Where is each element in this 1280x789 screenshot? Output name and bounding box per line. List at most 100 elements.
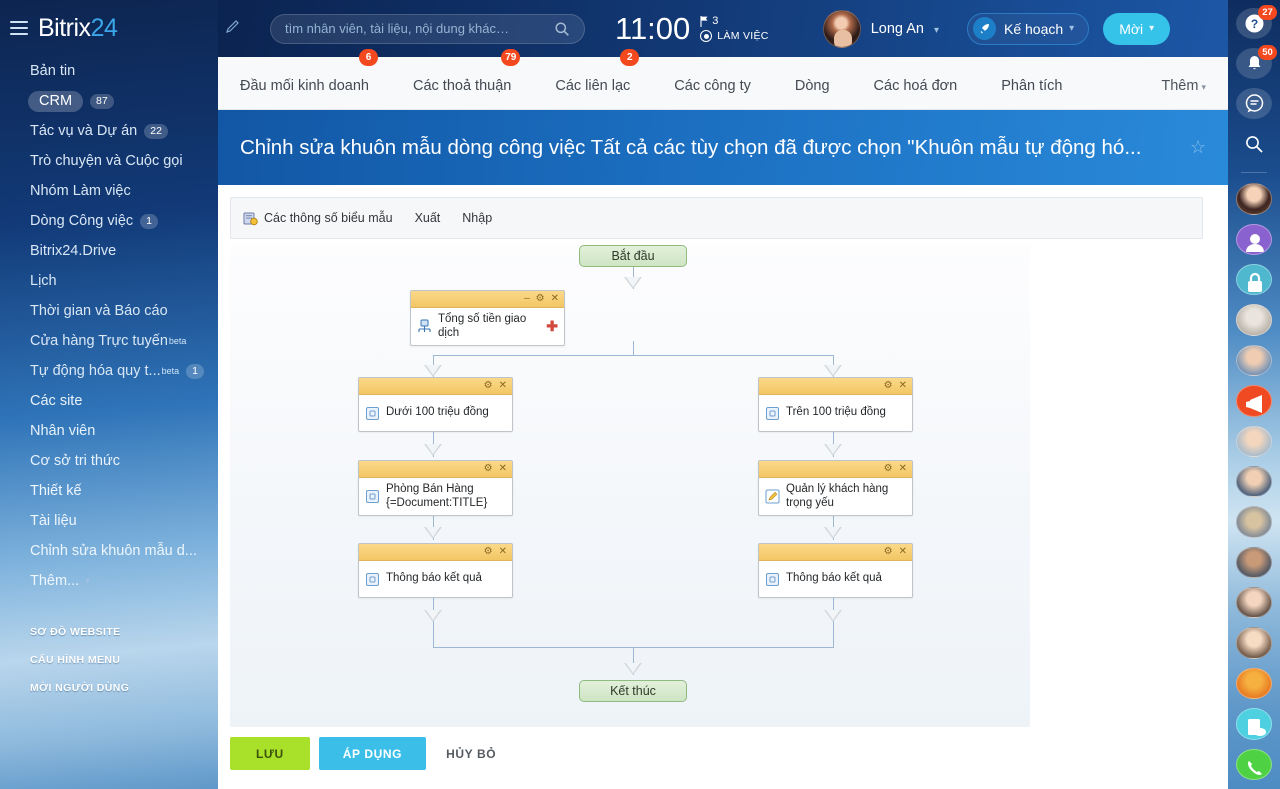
gear-icon[interactable]: ⚙ xyxy=(884,381,893,391)
workflow-node-right1[interactable]: ⚙ ✕ Trên 100 triệu đồng xyxy=(758,377,913,432)
rail-contact-avatar-0[interactable] xyxy=(1236,183,1272,215)
close-icon[interactable]: ✕ xyxy=(499,547,507,557)
bp-toolbar-item-0[interactable]: Các thông số biểu mẫu xyxy=(243,211,393,226)
sidebar-item-9[interactable]: Cửa hàng Trực tuyến beta xyxy=(0,326,218,356)
close-icon[interactable]: ✕ xyxy=(499,464,507,474)
star-icon[interactable]: ☆ xyxy=(1190,137,1206,158)
sidebar-item-16[interactable]: Chỉnh sửa khuôn mẫu d... xyxy=(0,536,218,566)
crm-tab-5[interactable]: Các hoá đơn xyxy=(852,78,980,109)
rail-help-icon[interactable]: ? 27 xyxy=(1236,5,1277,40)
rail-contact-avatar-9[interactable] xyxy=(1236,546,1272,579)
sidebar-item-15[interactable]: Tài liệu xyxy=(0,506,218,536)
form-settings-icon xyxy=(243,211,258,226)
workflow-node-right3[interactable]: ⚙ ✕ Thông báo kết quả xyxy=(758,543,913,598)
search-input[interactable] xyxy=(285,21,554,36)
close-icon[interactable]: ✕ xyxy=(551,294,559,304)
sidebar-item-13[interactable]: Cơ sở tri thức xyxy=(0,446,218,476)
close-icon[interactable]: ✕ xyxy=(899,547,907,557)
workflow-start-node[interactable]: Bắt đầu xyxy=(579,245,687,267)
crm-tab-more[interactable]: Thêm ▾ xyxy=(1139,78,1228,109)
crm-tab-2[interactable]: Các liên lạc 2 xyxy=(533,49,652,109)
sidebar-item-11[interactable]: Các site xyxy=(0,386,218,416)
gear-icon[interactable]: ⚙ xyxy=(884,464,893,474)
rail-call-icon[interactable] xyxy=(1236,748,1272,780)
global-search[interactable] xyxy=(270,13,585,44)
workflow-node-cond[interactable]: – ⚙ ✕ Tổng số tiền giao dịch ✚ xyxy=(410,290,565,346)
sidebar-item-6[interactable]: Bitrix24.Drive xyxy=(0,236,218,266)
close-icon[interactable]: ✕ xyxy=(899,464,907,474)
sidebar-item-2[interactable]: Tác vụ và Dự án 22 xyxy=(0,116,218,146)
crm-tab-4[interactable]: Dòng xyxy=(773,78,852,109)
gear-icon[interactable]: ⚙ xyxy=(484,381,493,391)
crm-tab-3[interactable]: Các công ty xyxy=(652,78,773,109)
add-icon[interactable]: ✚ xyxy=(546,318,558,335)
brand-logo[interactable]: Bitrix24 xyxy=(0,0,218,56)
crm-tab-1[interactable]: Các thoả thuận 79 xyxy=(391,49,533,109)
sidebar-footer-link-1[interactable]: CẤU HÌNH MENU xyxy=(0,646,218,674)
workflow-node-right2[interactable]: ⚙ ✕ Quản lý khách hàng trọng yếu xyxy=(758,460,913,516)
sidebar-footer-link-0[interactable]: SƠ ĐỒ WEBSITE xyxy=(0,618,218,646)
bp-toolbar-item-2[interactable]: Nhập xyxy=(462,211,492,225)
sidebar-item-label: Bitrix24.Drive xyxy=(30,243,117,259)
workflow-node-left2[interactable]: ⚙ ✕ Phòng Bán Hàng {=Document:TITLE} xyxy=(358,460,513,516)
gear-icon[interactable]: ⚙ xyxy=(484,547,493,557)
user-name-label: Long An xyxy=(870,20,924,37)
rail-badge: 50 xyxy=(1258,45,1277,61)
rail-contact-avatar-3[interactable] xyxy=(1236,304,1272,336)
rail-contact-avatar-6[interactable] xyxy=(1236,425,1272,457)
rail-search-icon[interactable] xyxy=(1236,128,1272,159)
user-name[interactable]: Long An ▾ xyxy=(871,21,939,37)
cancel-button[interactable]: HỦY BỎ xyxy=(432,737,510,770)
sidebar-item-5[interactable]: Dòng Công việc 1 xyxy=(0,206,218,236)
workflow-node-left3[interactable]: ⚙ ✕ Thông báo kết quả xyxy=(358,543,513,598)
rail-contact-avatar-1[interactable] xyxy=(1236,223,1272,256)
rail-contact-avatar-7[interactable] xyxy=(1236,465,1272,498)
rail-messenger-icon[interactable] xyxy=(1236,88,1272,120)
close-icon[interactable]: ✕ xyxy=(499,381,507,391)
rail-contact-avatar-8[interactable] xyxy=(1236,506,1272,538)
rail-drive-icon[interactable] xyxy=(1236,708,1272,740)
sidebar-item-12[interactable]: Nhân viên xyxy=(0,416,218,446)
rail-announcement-icon[interactable] xyxy=(1236,385,1272,417)
crm-tab-6[interactable]: Phân tích xyxy=(979,78,1084,109)
compose-pencil-icon[interactable] xyxy=(220,19,246,38)
save-button[interactable]: LƯU xyxy=(230,737,310,770)
menu-burger-icon[interactable] xyxy=(10,21,28,35)
workflow-node-left1[interactable]: ⚙ ✕ Dưới 100 triệu đồng xyxy=(358,377,513,432)
sidebar-item-7[interactable]: Lịch xyxy=(0,266,218,296)
minimize-icon[interactable]: – xyxy=(524,294,530,304)
rail-notifications-bell-icon[interactable]: 50 xyxy=(1236,45,1277,80)
rail-contact-avatar-11[interactable] xyxy=(1236,627,1272,659)
status-row[interactable]: LÀM VIỆC xyxy=(700,30,768,42)
sidebar-item-8[interactable]: Thời gian và Báo cáo xyxy=(0,296,218,326)
sidebar-item-4[interactable]: Nhóm Làm việc xyxy=(0,176,218,206)
sidebar-item-17[interactable]: Thêm... ▾ xyxy=(0,566,218,596)
sidebar-item-10[interactable]: Tự động hóa quy t... beta 1 xyxy=(0,356,218,386)
rail-contact-avatar-2[interactable] xyxy=(1236,264,1272,296)
sidebar-item-1[interactable]: CRM 87 xyxy=(0,86,218,116)
workflow-end-node[interactable]: Kết thúc xyxy=(579,680,687,702)
sidebar-item-3[interactable]: Trò chuyện và Cuộc gọi xyxy=(0,146,218,176)
work-status[interactable]: 3 LÀM VIỆC xyxy=(700,15,768,42)
rail-contact-avatar-4[interactable] xyxy=(1236,344,1272,377)
invite-button[interactable]: Mời ▾ xyxy=(1103,12,1171,45)
sidebar-footer-link-2[interactable]: MỜI NGƯỜI DÙNG xyxy=(0,674,218,702)
sidebar-item-0[interactable]: Bản tin xyxy=(0,56,218,86)
gear-icon[interactable]: ⚙ xyxy=(484,464,493,474)
crm-tab-0[interactable]: Đầu mối kinh doanh 6 xyxy=(218,49,391,109)
search-icon xyxy=(555,21,569,36)
apply-button[interactable]: ÁP DỤNG xyxy=(318,737,427,770)
close-icon[interactable]: ✕ xyxy=(899,381,907,391)
bp-toolbar-item-1[interactable]: Xuất xyxy=(415,211,441,225)
avatar[interactable] xyxy=(822,9,861,48)
gear-icon[interactable]: ⚙ xyxy=(536,294,545,304)
node-header: ⚙ ✕ xyxy=(359,378,512,395)
plan-button[interactable]: Kế hoạch ▾ xyxy=(967,12,1090,45)
gear-icon[interactable]: ⚙ xyxy=(884,547,893,557)
rail-divider xyxy=(1241,172,1267,174)
rail-contact-avatar-12[interactable] xyxy=(1236,667,1272,700)
sidebar-item-14[interactable]: Thiết kế xyxy=(0,476,218,506)
rail-contact-avatar-10[interactable] xyxy=(1236,587,1272,619)
crm-tab-badge: 2 xyxy=(620,49,640,66)
workflow-canvas[interactable]: Bắt đầu Kết thúc – ⚙ ✕ Tổng số tiền giao dị… xyxy=(230,245,1030,727)
